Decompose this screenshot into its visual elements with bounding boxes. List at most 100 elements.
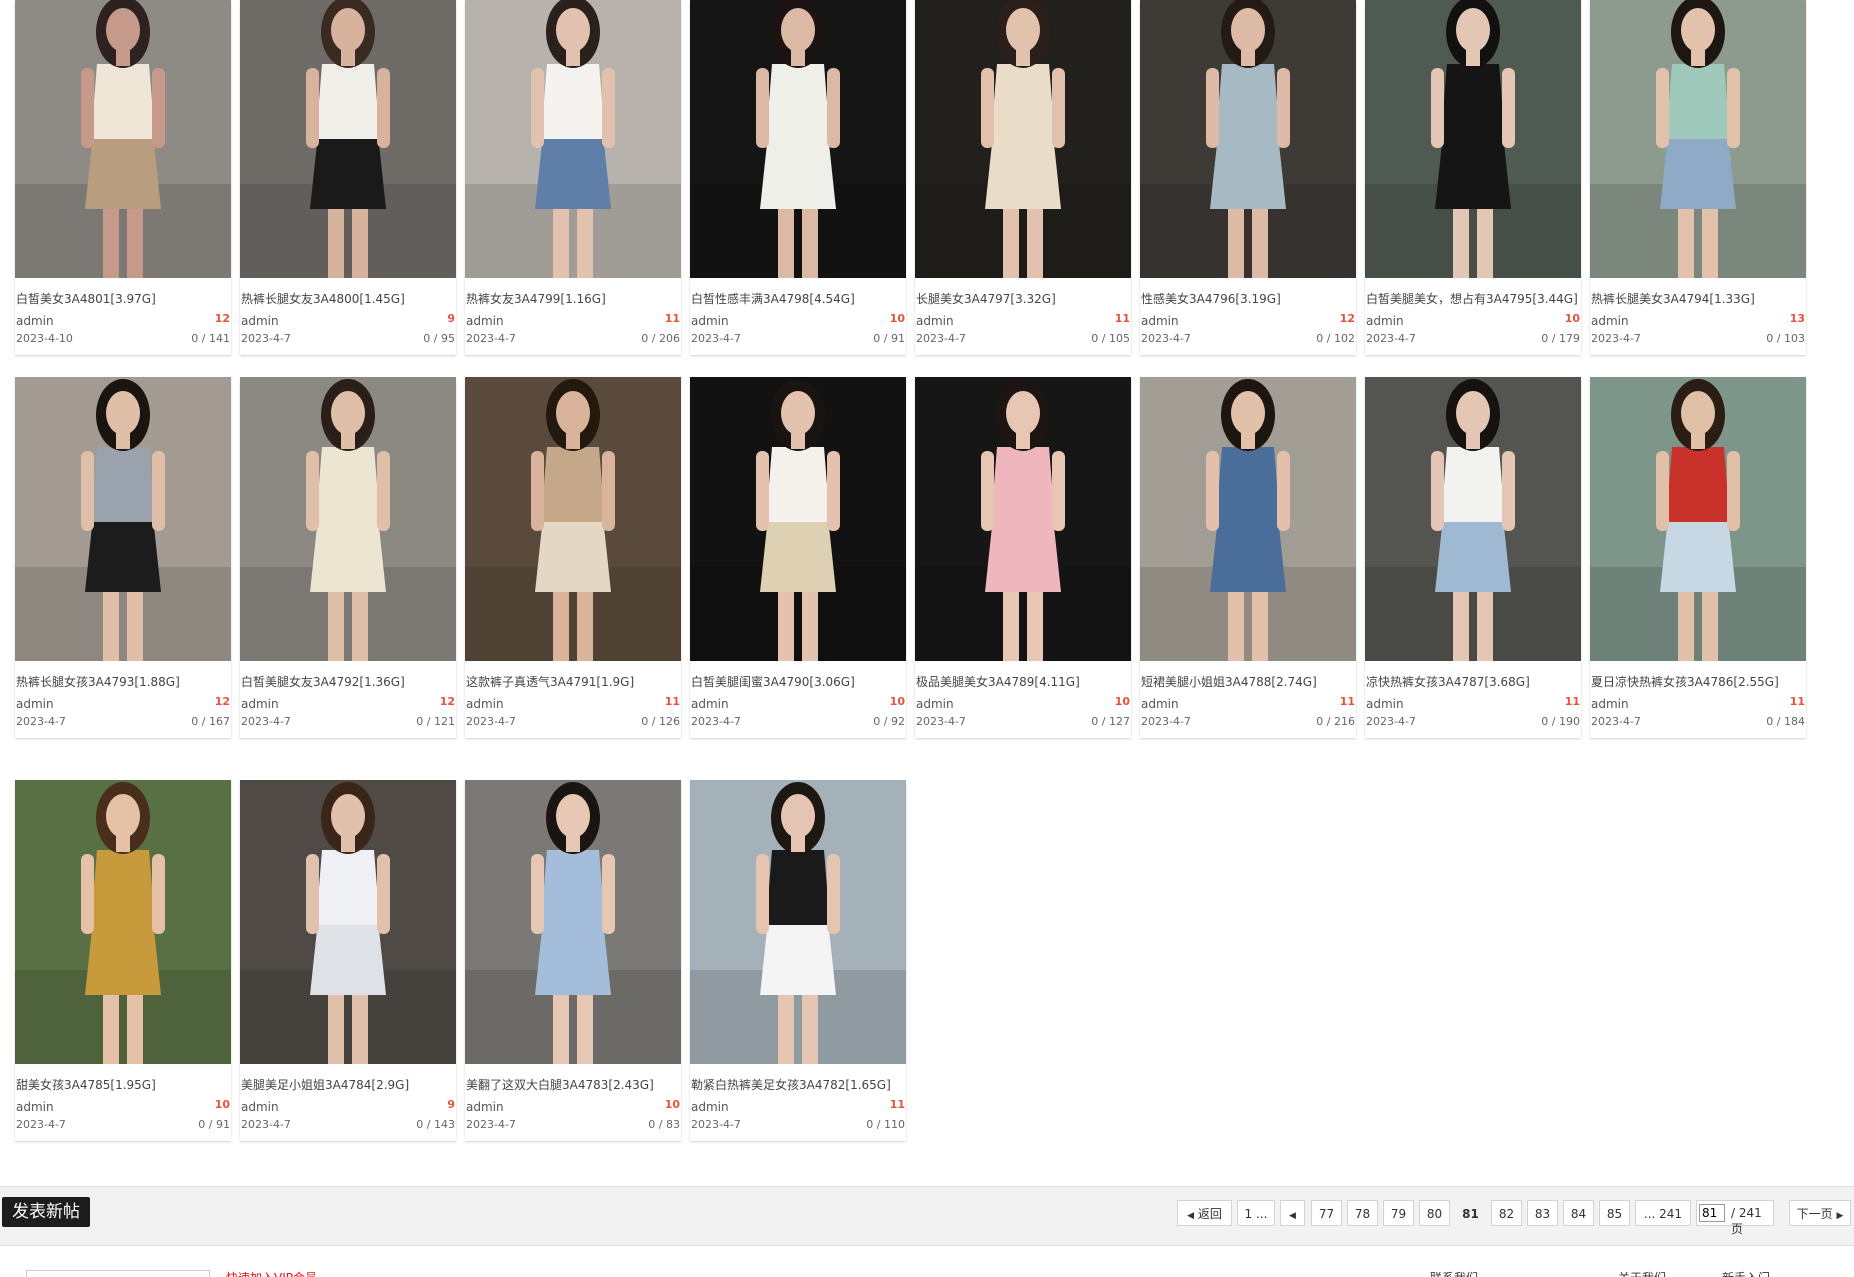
thread-author: admin — [1591, 314, 1629, 328]
thread-card[interactable]: 这款裤子真透气3A4791[1.9G] admin 11 2023-4-7 0 / 12… — [465, 377, 681, 738]
thread-title[interactable]: 极品美腿美女3A4789[4.11G] — [916, 673, 1130, 690]
back-button[interactable]: ◀ 返回 — [1177, 1200, 1232, 1226]
thread-thumbnail[interactable] — [465, 780, 681, 1064]
thread-card[interactable]: 热裤长腿美女3A4794[1.33G] admin 13 2023-4-7 0 / 10… — [1590, 0, 1806, 355]
next-page-button[interactable]: 下一页 ▶ — [1789, 1200, 1851, 1226]
footer-notice-link[interactable]: 快速加入VIP会员 — [226, 1269, 317, 1277]
thread-title[interactable]: 热裤长腿美女3A4794[1.33G] — [1591, 290, 1805, 307]
thread-thumbnail[interactable] — [1140, 377, 1356, 661]
footer-contact-link[interactable]: 联系我们 — [1430, 1269, 1478, 1277]
prev-page-button[interactable]: ◀ — [1280, 1200, 1305, 1226]
page-link[interactable]: 83 — [1527, 1200, 1558, 1226]
page-link[interactable]: 84 — [1563, 1200, 1594, 1226]
thread-title[interactable]: 甜美女孩3A4785[1.95G] — [16, 1076, 230, 1093]
thread-thumbnail[interactable] — [1590, 0, 1806, 278]
image-count-badge: 12 — [214, 312, 230, 325]
thread-title[interactable]: 长腿美女3A4797[3.32G] — [916, 290, 1130, 307]
thread-stats: 0 / 126 — [641, 715, 680, 728]
image-count-badge: 11 — [664, 695, 680, 708]
thread-thumbnail[interactable] — [690, 377, 906, 661]
thread-card[interactable]: 白皙美腿美女，想占有3A4795[3.44G] admin 10 2023-4-7 0 … — [1365, 0, 1581, 355]
back-label: 返回 — [1197, 1207, 1222, 1221]
thread-card[interactable]: 勒紧白热裤美足女孩3A4782[1.65G] admin 11 2023-4-7 0 /… — [690, 780, 906, 1141]
thread-title[interactable]: 白皙美腿美女，想占有3A4795[3.44G] — [1366, 290, 1580, 307]
image-count-badge: 10 — [214, 1098, 230, 1111]
footer-about-link[interactable]: 关于我们 — [1618, 1269, 1666, 1277]
thread-thumbnail[interactable] — [15, 780, 231, 1064]
thread-card[interactable]: 甜美女孩3A4785[1.95G] admin 10 2023-4-7 0 / 91 — [15, 780, 231, 1141]
thread-author: admin — [1141, 697, 1179, 711]
thread-card[interactable]: 热裤长腿女友3A4800[1.45G] admin 9 2023-4-7 0 / 95 — [240, 0, 456, 355]
thread-thumbnail[interactable] — [15, 377, 231, 661]
thread-thumbnail[interactable] — [1365, 377, 1581, 661]
thread-card[interactable]: 美翻了这双大白腿3A4783[2.43G] admin 10 2023-4-7 0 / … — [465, 780, 681, 1141]
thread-card[interactable]: 极品美腿美女3A4789[4.11G] admin 10 2023-4-7 0 / 12… — [915, 377, 1131, 738]
thread-thumbnail[interactable] — [465, 0, 681, 278]
thread-thumbnail[interactable] — [690, 780, 906, 1064]
thread-date: 2023-4-10 — [16, 332, 73, 345]
thread-thumbnail[interactable] — [1590, 377, 1806, 661]
thread-thumbnail[interactable] — [15, 0, 231, 278]
page-link[interactable]: 77 — [1311, 1200, 1342, 1226]
thread-thumbnail[interactable] — [1365, 0, 1581, 278]
image-count-badge: 11 — [1564, 695, 1580, 708]
last-page-link[interactable]: ... 241 — [1635, 1200, 1691, 1226]
thread-author: admin — [916, 314, 954, 328]
thread-title[interactable]: 短裙美腿小姐姐3A4788[2.74G] — [1141, 673, 1355, 690]
thread-title[interactable]: 凉快热裤女孩3A4787[3.68G] — [1366, 673, 1580, 690]
thread-card[interactable]: 热裤长腿女孩3A4793[1.88G] admin 12 2023-4-7 0 / 16… — [15, 377, 231, 738]
thread-thumbnail[interactable] — [915, 377, 1131, 661]
new-post-button[interactable]: 发表新帖 — [2, 1197, 90, 1227]
thread-title[interactable]: 勒紧白热裤美足女孩3A4782[1.65G] — [691, 1076, 905, 1093]
thread-thumbnail[interactable] — [915, 0, 1131, 278]
thread-title[interactable]: 美翻了这双大白腿3A4783[2.43G] — [466, 1076, 680, 1093]
thread-title[interactable]: 热裤长腿女孩3A4793[1.88G] — [16, 673, 230, 690]
thread-thumbnail[interactable] — [240, 377, 456, 661]
thread-thumbnail[interactable] — [465, 377, 681, 661]
page-link[interactable]: 79 — [1383, 1200, 1414, 1226]
thread-title[interactable]: 美腿美足小姐姐3A4784[2.9G] — [241, 1076, 455, 1093]
thread-thumbnail[interactable] — [1140, 0, 1356, 278]
thread-title[interactable]: 热裤女友3A4799[1.16G] — [466, 290, 680, 307]
thread-title[interactable]: 白皙美腿闺蜜3A4790[3.06G] — [691, 673, 905, 690]
thread-card[interactable]: 短裙美腿小姐姐3A4788[2.74G] admin 11 2023-4-7 0 / 2… — [1140, 377, 1356, 738]
thread-card[interactable]: 白皙美腿女友3A4792[1.36G] admin 12 2023-4-7 0 / 12… — [240, 377, 456, 738]
thread-title[interactable]: 夏日凉快热裤女孩3A4786[2.55G] — [1591, 673, 1805, 690]
page-link[interactable]: 85 — [1599, 1200, 1630, 1226]
thread-author: admin — [16, 1100, 54, 1114]
thread-thumbnail[interactable] — [240, 780, 456, 1064]
thread-card[interactable]: 白皙美腿闺蜜3A4790[3.06G] admin 10 2023-4-7 0 / 92 — [690, 377, 906, 738]
page-link[interactable]: 82 — [1491, 1200, 1522, 1226]
page-jump: / 241 页 — [1696, 1200, 1774, 1236]
thread-card[interactable]: 白皙美女3A4801[3.97G] admin 12 2023-4-10 0 / 141 — [15, 0, 231, 355]
thread-thumbnail[interactable] — [690, 0, 906, 278]
thread-title[interactable]: 白皙性感丰满3A4798[4.54G] — [691, 290, 905, 307]
thread-title[interactable]: 白皙美腿女友3A4792[1.36G] — [241, 673, 455, 690]
image-count-badge: 10 — [1564, 312, 1580, 325]
thread-thumbnail[interactable] — [240, 0, 456, 278]
thread-card[interactable]: 性感美女3A4796[3.19G] admin 12 2023-4-7 0 / 102 — [1140, 0, 1356, 355]
thread-date: 2023-4-7 — [1591, 715, 1641, 728]
thread-card[interactable]: 热裤女友3A4799[1.16G] admin 11 2023-4-7 0 / 206 — [465, 0, 681, 355]
thread-stats: 0 / 143 — [416, 1118, 455, 1131]
thread-card[interactable]: 美腿美足小姐姐3A4784[2.9G] admin 9 2023-4-7 0 / 143 — [240, 780, 456, 1141]
thread-card[interactable]: 凉快热裤女孩3A4787[3.68G] admin 11 2023-4-7 0 / 19… — [1365, 377, 1581, 738]
thread-title[interactable]: 这款裤子真透气3A4791[1.9G] — [466, 673, 680, 690]
image-count-badge: 10 — [1114, 695, 1130, 708]
page-link[interactable]: 80 — [1419, 1200, 1450, 1226]
thread-title[interactable]: 热裤长腿女友3A4800[1.45G] — [241, 290, 455, 307]
thread-card[interactable]: 白皙性感丰满3A4798[4.54G] admin 10 2023-4-7 0 / 91 — [690, 0, 906, 355]
thread-author: admin — [1366, 314, 1404, 328]
thread-date: 2023-4-7 — [916, 332, 966, 345]
first-page-link[interactable]: 1 ... — [1237, 1200, 1275, 1226]
thread-date: 2023-4-7 — [16, 715, 66, 728]
page-input[interactable] — [1699, 1204, 1725, 1222]
image-count-badge: 9 — [447, 1098, 455, 1111]
thread-card[interactable]: 夏日凉快热裤女孩3A4786[2.55G] admin 11 2023-4-7 0 / … — [1590, 377, 1806, 738]
footer-help-link[interactable]: 新手入门 — [1722, 1269, 1770, 1277]
page-link[interactable]: 78 — [1347, 1200, 1378, 1226]
thread-title[interactable]: 白皙美女3A4801[3.97G] — [16, 290, 230, 307]
thread-title[interactable]: 性感美女3A4796[3.19G] — [1141, 290, 1355, 307]
thread-card[interactable]: 长腿美女3A4797[3.32G] admin 11 2023-4-7 0 / 105 — [915, 0, 1131, 355]
thread-author: admin — [16, 314, 54, 328]
